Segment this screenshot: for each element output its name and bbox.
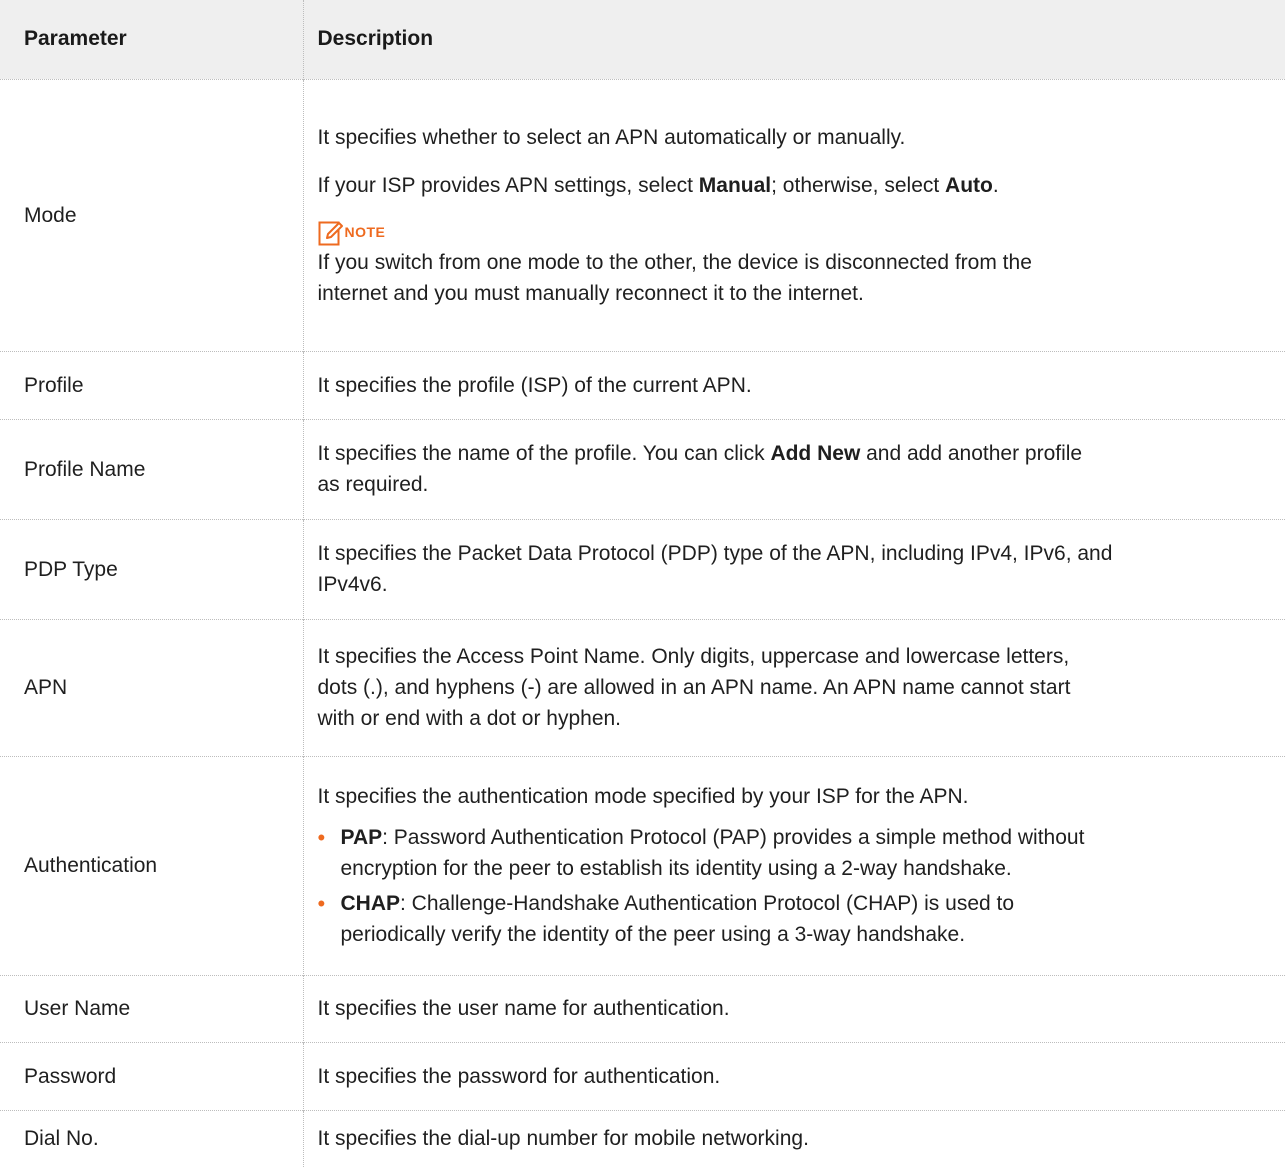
param-cell: PDP Type xyxy=(0,518,304,619)
bullet-icon: • xyxy=(317,891,326,916)
header-parameter: Parameter xyxy=(0,0,304,79)
param-cell: Profile xyxy=(0,350,304,419)
parameter-table: Parameter Description Mode It specifies … xyxy=(0,0,1285,1167)
note-text: If you switch from one mode to the other… xyxy=(317,250,1032,274)
param-cell: Mode xyxy=(0,78,304,351)
list-item: • CHAP: Challenge-Handshake Authenticati… xyxy=(318,888,1266,950)
desc-cell: It specifies the Packet Data Protocol (P… xyxy=(303,518,1285,619)
desc-cell: It specifies the name of the profile. Yo… xyxy=(303,418,1285,519)
note-heading: NOTE xyxy=(318,211,1266,247)
param-cell: Profile Name xyxy=(0,418,304,519)
param-cell: Authentication xyxy=(0,755,304,975)
desc-text: It specifies whether to select an APN au… xyxy=(317,125,906,149)
table-row: Authentication It specifies the authenti… xyxy=(0,755,1285,975)
desc-cell: It specifies whether to select an APN au… xyxy=(303,78,1285,351)
table-header-row: Parameter Description xyxy=(0,0,1285,79)
list-item: • PAP: Password Authentication Protocol … xyxy=(318,822,1266,884)
param-cell: Password xyxy=(0,1041,304,1110)
desc-cell: It specifies the authentication mode spe… xyxy=(303,755,1285,975)
table-row: PDP Type It specifies the Packet Data Pr… xyxy=(0,518,1285,619)
header-description: Description xyxy=(317,27,434,51)
desc-text: If your ISP provides APN settings, selec… xyxy=(317,173,999,197)
table-row: Profile Name It specifies the name of th… xyxy=(0,418,1285,519)
param-cell: User Name xyxy=(0,974,304,1042)
table-row: User Name It specifies the user name for… xyxy=(0,974,1285,1042)
table-row: Password It specifies the password for a… xyxy=(0,1041,1285,1110)
note-text: internet and you must manually reconnect… xyxy=(317,281,864,305)
desc-cell: It specifies the password for authentica… xyxy=(303,1041,1285,1110)
desc-cell: It specifies the dial-up number for mobi… xyxy=(303,1109,1285,1167)
desc-cell: It specifies the Access Point Name. Only… xyxy=(303,618,1285,756)
desc-cell: It specifies the profile (ISP) of the cu… xyxy=(303,350,1285,419)
bullet-icon: • xyxy=(317,825,326,850)
table-row: APN It specifies the Access Point Name. … xyxy=(0,618,1285,756)
table-row: Mode It specifies whether to select an A… xyxy=(0,78,1285,351)
param-cell: Dial No. xyxy=(0,1109,304,1167)
table-row: Profile It specifies the profile (ISP) o… xyxy=(0,350,1285,419)
desc-cell: It specifies the user name for authentic… xyxy=(303,974,1285,1042)
edit-note-icon xyxy=(318,221,343,245)
note-label: NOTE xyxy=(344,223,386,240)
desc-text: It specifies the authentication mode spe… xyxy=(317,785,969,808)
param-cell: APN xyxy=(0,618,304,756)
table-row: Dial No. It specifies the dial-up number… xyxy=(0,1109,1285,1167)
